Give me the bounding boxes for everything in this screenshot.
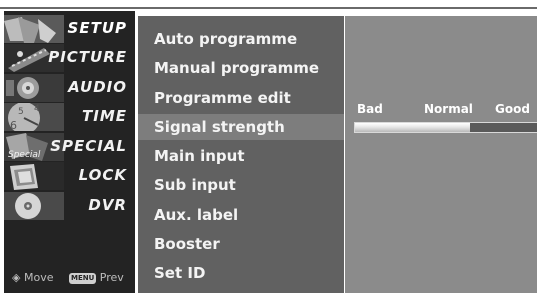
category-label: TIME [82, 107, 127, 125]
svg-text:Special: Special [8, 150, 41, 160]
svg-text:5: 5 [18, 107, 24, 117]
menu-item-label: Aux. label [154, 206, 239, 224]
scale-normal-label: Normal [424, 102, 473, 116]
category-label: AUDIO [68, 78, 127, 96]
move-hint: ◈ Move [12, 271, 53, 284]
audio-thumbnail-icon [4, 74, 64, 102]
category-setup[interactable]: SETUP [4, 15, 135, 43]
menu-item-label: Booster [154, 235, 220, 253]
category-label: DVR [88, 196, 127, 214]
category-label: SPECIAL [50, 137, 127, 155]
category-dvr[interactable]: DVR [4, 192, 135, 220]
top-divider [0, 7, 537, 9]
category-label: LOCK [78, 166, 127, 184]
tv-osd-screen: SETUP PICTURE AUDIO 6 5 4 TIME Special S… [0, 0, 537, 295]
scale-good-label: Good [495, 102, 530, 116]
setup-thumbnail-icon [4, 15, 64, 43]
prev-label: Prev [99, 271, 124, 284]
signal-strength-panel: Bad Normal Good [345, 16, 537, 293]
key-legend: ◈ Move MENU Prev [4, 271, 135, 287]
time-thumbnail-icon: 6 5 4 [4, 103, 64, 131]
menu-item-programme-edit[interactable]: Programme edit [138, 85, 344, 111]
menu-item-set-id[interactable]: Set ID [138, 260, 344, 286]
category-label: PICTURE [48, 48, 127, 66]
menu-item-label: Main input [154, 147, 245, 165]
svg-text:6: 6 [10, 119, 17, 131]
menu-item-signal-strength[interactable]: Signal strength [138, 114, 344, 140]
menu-item-label: Signal strength [154, 118, 285, 136]
menu-item-auto-programme[interactable]: Auto programme [138, 26, 344, 52]
menu-item-label: Set ID [154, 264, 206, 282]
setup-submenu: Auto programme Manual programme Programm… [138, 16, 344, 293]
menu-item-aux-label[interactable]: Aux. label [138, 202, 344, 228]
menu-item-main-input[interactable]: Main input [138, 143, 344, 169]
prev-hint: MENU Prev [69, 271, 124, 284]
category-menu: SETUP PICTURE AUDIO 6 5 4 TIME Special S… [4, 11, 135, 293]
signal-strength-bar [354, 122, 537, 133]
scale-bad-label: Bad [357, 102, 383, 116]
menu-item-label: Programme edit [154, 89, 291, 107]
category-lock[interactable]: LOCK [4, 162, 135, 190]
dpad-icon: ◈ [12, 271, 21, 284]
menu-item-label: Auto programme [154, 30, 298, 48]
menu-item-label: Sub input [154, 176, 236, 194]
menu-item-booster[interactable]: Booster [138, 231, 344, 257]
category-special[interactable]: Special SPECIAL [4, 133, 135, 161]
menu-key-icon: MENU [69, 272, 97, 284]
menu-item-manual-programme[interactable]: Manual programme [138, 55, 344, 81]
signal-strength-fill [355, 123, 471, 132]
menu-item-sub-input[interactable]: Sub input [138, 172, 344, 198]
lock-thumbnail-icon [4, 162, 64, 190]
move-label: Move [23, 271, 54, 284]
menu-item-label: Manual programme [154, 59, 320, 77]
dvr-thumbnail-icon [4, 192, 64, 220]
category-time[interactable]: 6 5 4 TIME [4, 103, 135, 131]
category-label: SETUP [67, 19, 127, 37]
svg-text:4: 4 [34, 104, 40, 114]
category-picture[interactable]: PICTURE [4, 44, 135, 72]
category-audio[interactable]: AUDIO [4, 74, 135, 102]
